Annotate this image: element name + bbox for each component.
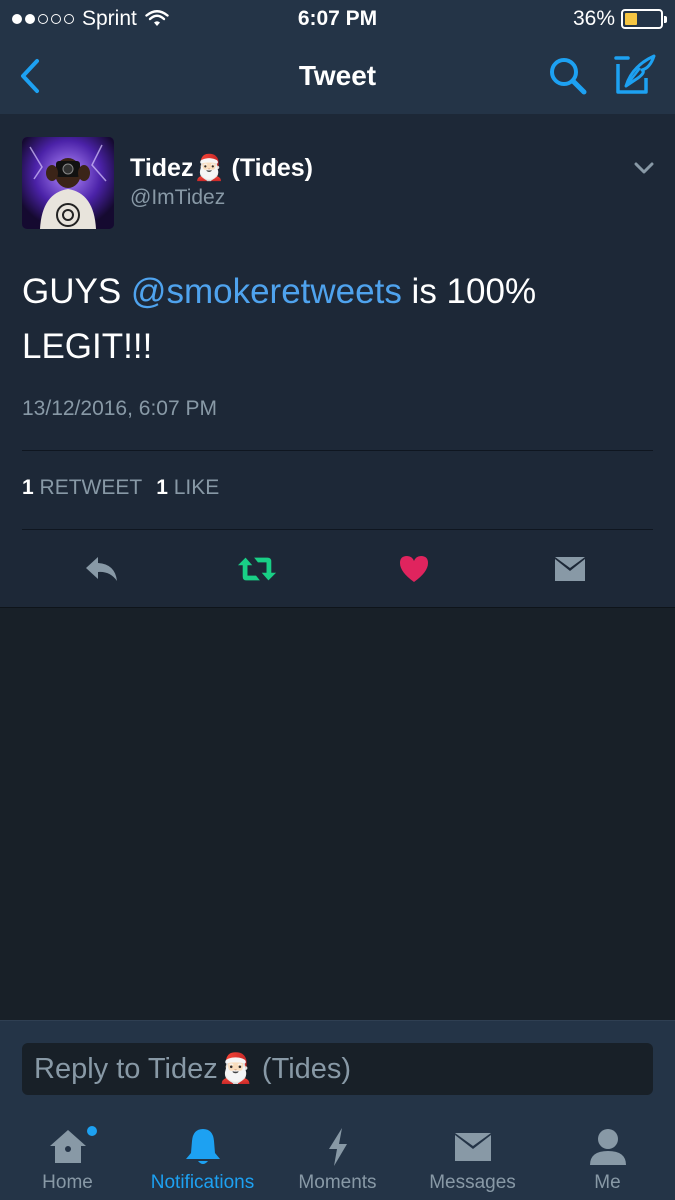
bell-icon [185,1129,220,1164]
chevron-left-icon [21,59,39,93]
nav-bar: Tweet [0,38,675,114]
avatar-photo [22,137,114,229]
search-button[interactable] [546,54,590,98]
envelope-icon [454,1133,491,1161]
signal-strength-icon [12,14,74,24]
status-left: Sprint [12,7,169,31]
tab-messages[interactable]: Messages [405,1110,540,1200]
tweet-text-before: GUYS [22,272,131,311]
user-handle[interactable]: @ImTidez [130,186,225,210]
home-icon [49,1130,86,1163]
reply-icon [86,557,117,581]
home-notification-dot [87,1126,97,1136]
heart-icon [400,556,428,582]
tab-label: Notifications [150,1172,255,1193]
tab-label: Me [594,1172,621,1193]
lightning-icon [328,1128,347,1166]
tab-notifications[interactable]: Notifications [135,1110,270,1200]
person-icon [589,1129,626,1165]
page-title: Tweet [298,60,377,91]
back-button[interactable] [10,54,50,98]
reply-bar: Reply to Tidez🎅🏻 (Tides) [0,1020,675,1110]
reply-input[interactable]: Reply to Tidez🎅🏻 (Tides) [22,1043,653,1095]
tab-label: Messages [429,1172,516,1193]
retweet-button[interactable] [237,549,277,589]
like-label: LIKE [173,476,220,499]
compose-tweet-icon [614,54,656,94]
tab-moments[interactable]: Moments [270,1110,405,1200]
retweet-icon [237,557,277,581]
reply-placeholder: Reply to Tidez🎅🏻 (Tides) [34,1053,352,1085]
envelope-icon [555,557,585,581]
battery-percent: 36% [572,7,615,30]
battery-level [625,13,638,25]
battery-icon [621,9,667,29]
chevron-down-icon [634,162,654,174]
tweet-timestamp: 13/12/2016, 6:07 PM [22,397,217,420]
compose-button[interactable] [612,52,658,98]
tweet-stats: 1 RETWEET 1 LIKE [22,476,219,500]
retweet-count: 1 [22,476,34,499]
mention-link[interactable]: @smokeretweets [131,272,402,311]
carrier-name: Sprint [82,7,137,30]
direct-message-button[interactable] [550,549,590,589]
like-count: 1 [156,476,168,499]
tweet-card: Tidez🎅🏻 (Tides) @ImTidez GUYS @smokeretw… [0,114,675,608]
tweet-actions [0,529,675,607]
like-stat[interactable]: 1 LIKE [156,476,219,500]
divider [22,450,653,451]
wifi-icon [145,10,169,26]
retweet-label: RETWEET [39,476,143,499]
like-button[interactable] [394,549,434,589]
retweet-stat[interactable]: 1 RETWEET [22,476,142,500]
search-icon [550,58,587,95]
tab-me[interactable]: Me [540,1110,675,1200]
tab-label: Moments [298,1172,377,1193]
display-name[interactable]: Tidez🎅🏻 (Tides) [130,154,313,183]
reply-button[interactable] [82,549,122,589]
tweet-text: GUYS @smokeretweets is 100% LEGIT!!! [22,264,642,374]
tab-bar: Home Notifications Moments Messages Me [0,1110,675,1200]
avatar[interactable] [22,137,114,229]
tab-label: Home [42,1172,93,1193]
status-right: 36% [572,7,667,31]
tab-home[interactable]: Home [0,1110,135,1200]
tweet-options-button[interactable] [630,154,658,182]
status-bar: Sprint 6:07 PM 36% [0,0,675,38]
